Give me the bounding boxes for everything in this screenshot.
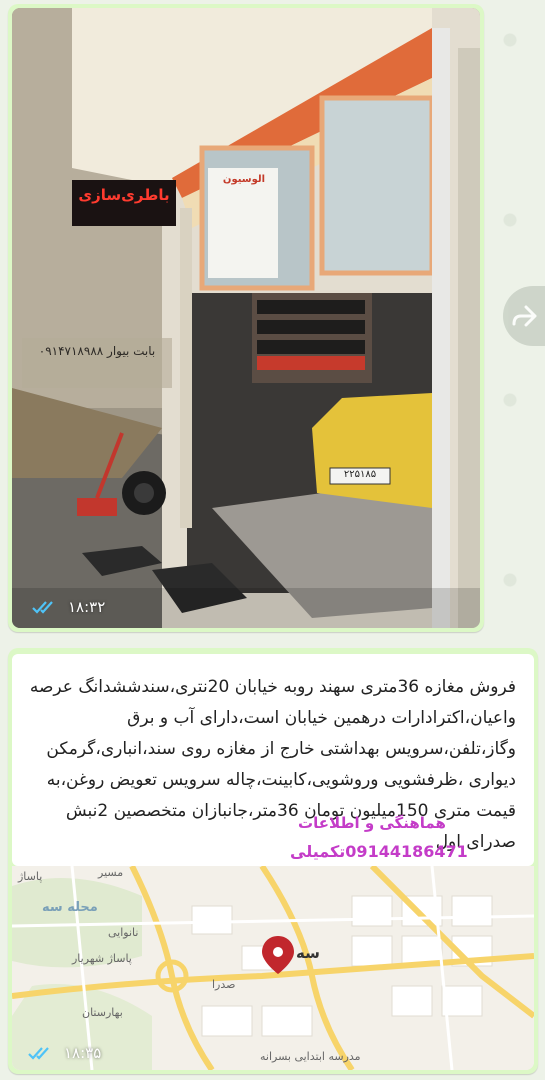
double-check-icon: [28, 1047, 49, 1060]
photo-time: ۱۸:۳۲: [32, 598, 105, 616]
map-label-passage: پاساژ شهریار: [72, 952, 132, 965]
map-label-school: مدرسه ابتدایی بسرانه: [260, 1050, 361, 1063]
contact-phone-link[interactable]: 09144186471تکمیلی: [290, 842, 468, 861]
map-label-bakery: نانوایی: [108, 926, 139, 939]
map-label-top: مسیر: [98, 866, 124, 879]
map-image: [12, 866, 534, 1070]
text-time-text: ۱۸:۳۵: [64, 1044, 102, 1062]
poster-text: الوسیون: [222, 174, 266, 185]
map-label-place: سه: [296, 944, 320, 962]
text-message[interactable]: فروش مغازه 36متری سهند روبه خیابان 20نتر…: [8, 648, 538, 1074]
text-message-time: ۱۸:۳۵: [28, 1044, 101, 1062]
wall-graffiti: بابت بیوار ۰۹۱۴۷۱۸۹۸۸: [38, 344, 156, 358]
shop-photo[interactable]: باطری‌سازی الوسیون بابت بیوار ۰۹۱۴۷۱۸۹۸۸…: [12, 8, 480, 628]
photo-time-text: ۱۸:۳۲: [68, 598, 106, 616]
photo-message[interactable]: باطری‌سازی الوسیون بابت بیوار ۰۹۱۴۷۱۸۹۸۸…: [8, 4, 484, 632]
license-plate: ۲۲۵۱۸۵: [343, 469, 377, 480]
map-label-hospital: بهارستان: [82, 1006, 123, 1019]
contact-label: هماهنگی و اطلاعات: [298, 814, 446, 832]
map-label-top-left: پاساژ: [18, 870, 43, 883]
shop-sign: باطری‌سازی: [78, 186, 170, 204]
message-text-card: فروش مغازه 36متری سهند روبه خیابان 20نتر…: [12, 654, 534, 866]
map-label-road: صدرا: [212, 978, 236, 991]
location-map[interactable]: محله سه نانوایی پاساژ شهریار بهارستان سه…: [12, 866, 534, 1070]
double-check-icon: [32, 601, 53, 614]
forward-icon: [512, 305, 537, 327]
shop-photo-image: [12, 8, 480, 628]
map-label-district: محله سه: [42, 900, 98, 915]
